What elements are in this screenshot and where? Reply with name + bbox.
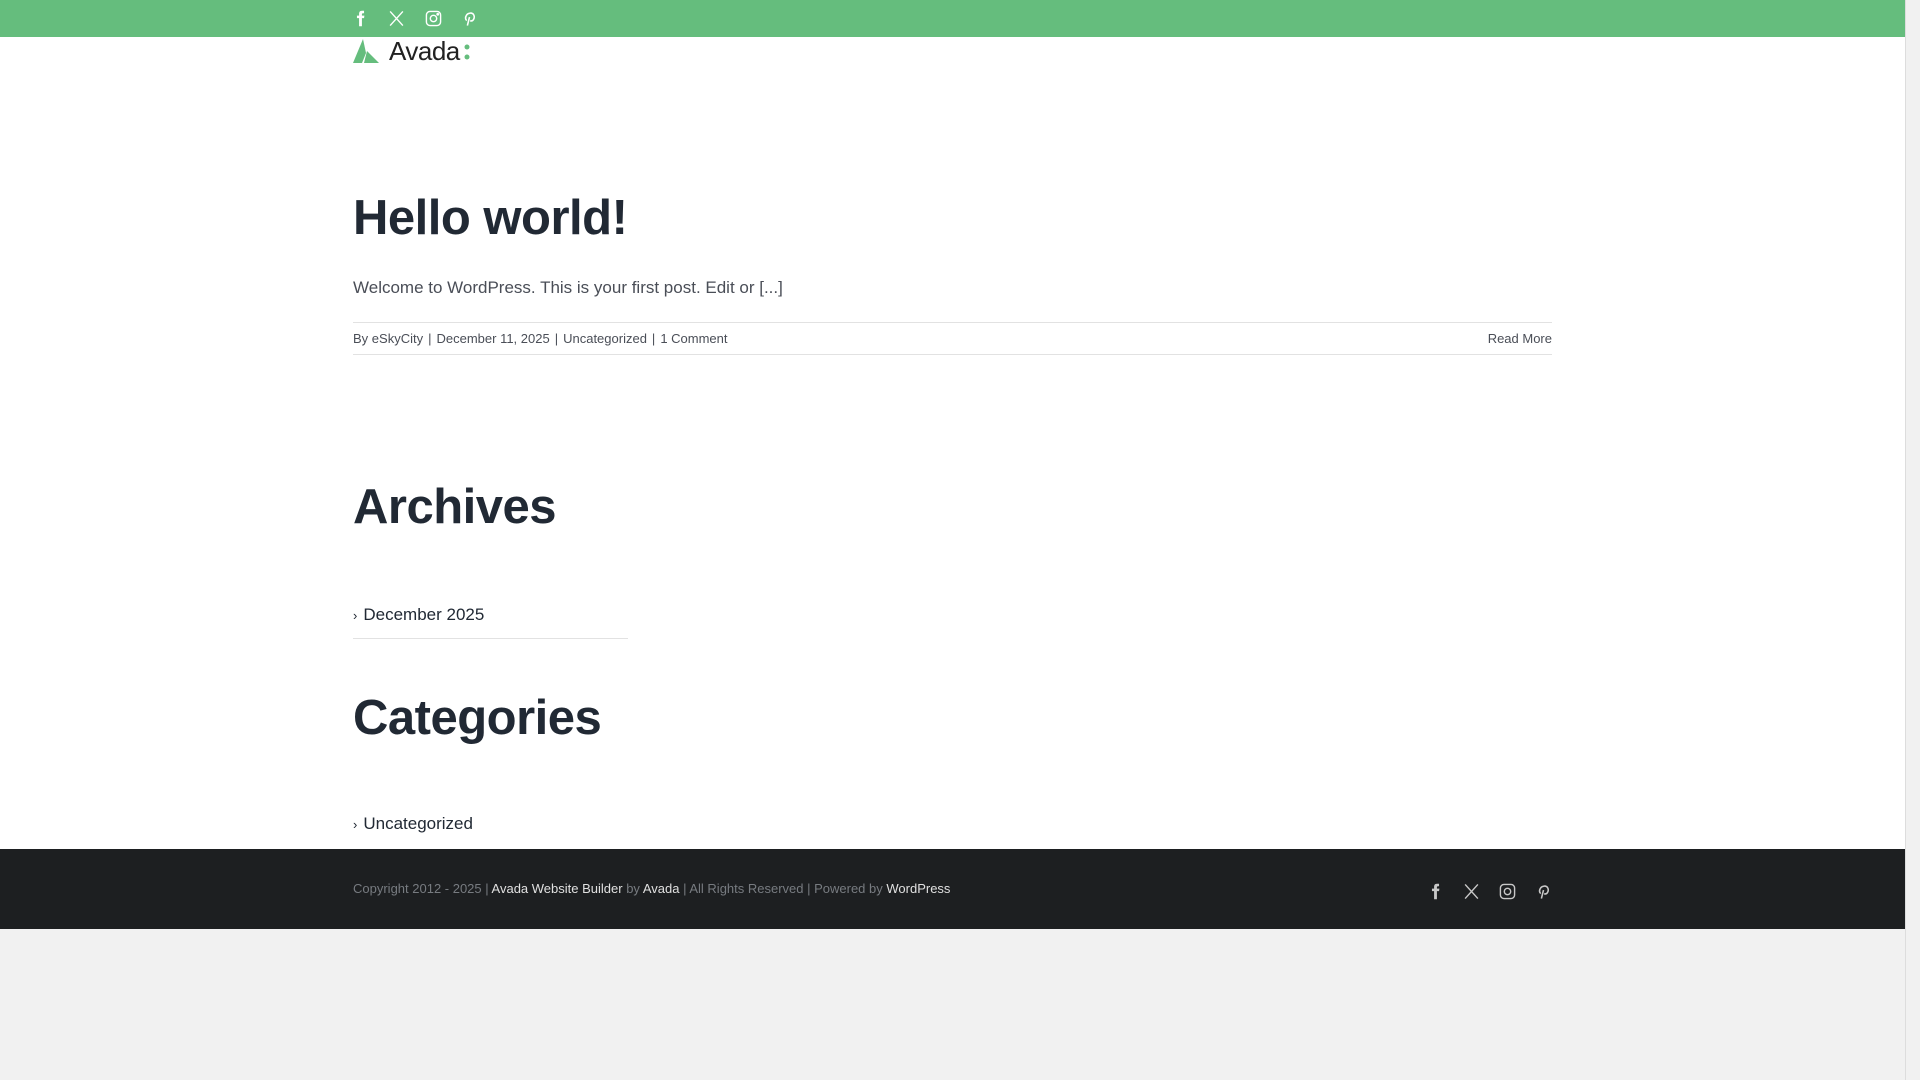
pinterest-icon[interactable]	[1533, 881, 1553, 901]
category-item[interactable]: › Uncategorized	[353, 814, 473, 834]
divider	[353, 638, 628, 639]
categories-heading: Categories	[353, 691, 602, 745]
avada-logo-icon	[353, 39, 379, 63]
archive-label: December 2025	[363, 605, 485, 624]
copyright-text: Copyright 2012 - 2025 |	[353, 881, 492, 896]
copyright: Copyright 2012 - 2025 | Avada Website Bu…	[353, 881, 950, 896]
comments-link[interactable]: 1 Comment	[660, 331, 727, 346]
separator: |	[651, 331, 656, 346]
read-more-link[interactable]: Read More	[1488, 331, 1552, 346]
logo-colon-icon	[464, 44, 470, 60]
category-link[interactable]: Uncategorized	[563, 331, 647, 346]
site-logo[interactable]: Avada	[353, 35, 470, 66]
instagram-icon[interactable]	[1497, 881, 1517, 901]
page: Avada Hello world! Welcome to WordPress.…	[0, 0, 1905, 929]
post-excerpt: Welcome to WordPress. This is your first…	[353, 278, 783, 297]
facebook-icon[interactable]	[350, 8, 370, 28]
author-link[interactable]: eSkyCity	[372, 331, 423, 346]
meta-by: By	[353, 331, 369, 346]
by-text: by	[622, 881, 643, 896]
scrollbar[interactable]	[1905, 0, 1920, 1080]
archives-heading: Archives	[353, 480, 557, 534]
x-icon[interactable]	[1461, 881, 1481, 901]
separator: |	[554, 331, 559, 346]
separator: |	[428, 331, 432, 346]
x-icon[interactable]	[386, 8, 406, 28]
post-date: December 11, 2025	[436, 331, 550, 346]
avada-link[interactable]: Avada	[643, 881, 680, 896]
category-label: Uncategorized	[363, 814, 473, 833]
post-meta: By eSkyCity | December 11, 2025 | Uncate…	[353, 322, 1552, 355]
chevron-right-icon: ›	[353, 607, 358, 623]
logo-text: Avada	[389, 35, 460, 66]
archive-item[interactable]: › December 2025	[353, 605, 484, 625]
top-bar	[0, 0, 1905, 37]
builder-link[interactable]: Avada Website Builder	[492, 881, 623, 896]
footer: Copyright 2012 - 2025 | Avada Website Bu…	[0, 849, 1905, 929]
chevron-right-icon: ›	[353, 816, 358, 832]
rights-text: | All Rights Reserved | Powered by	[679, 881, 887, 896]
instagram-icon[interactable]	[423, 8, 443, 28]
pinterest-icon[interactable]	[459, 8, 479, 28]
wordpress-link[interactable]: WordPress	[886, 881, 950, 896]
post-title[interactable]: Hello world!	[353, 190, 628, 246]
facebook-icon[interactable]	[1425, 881, 1445, 901]
